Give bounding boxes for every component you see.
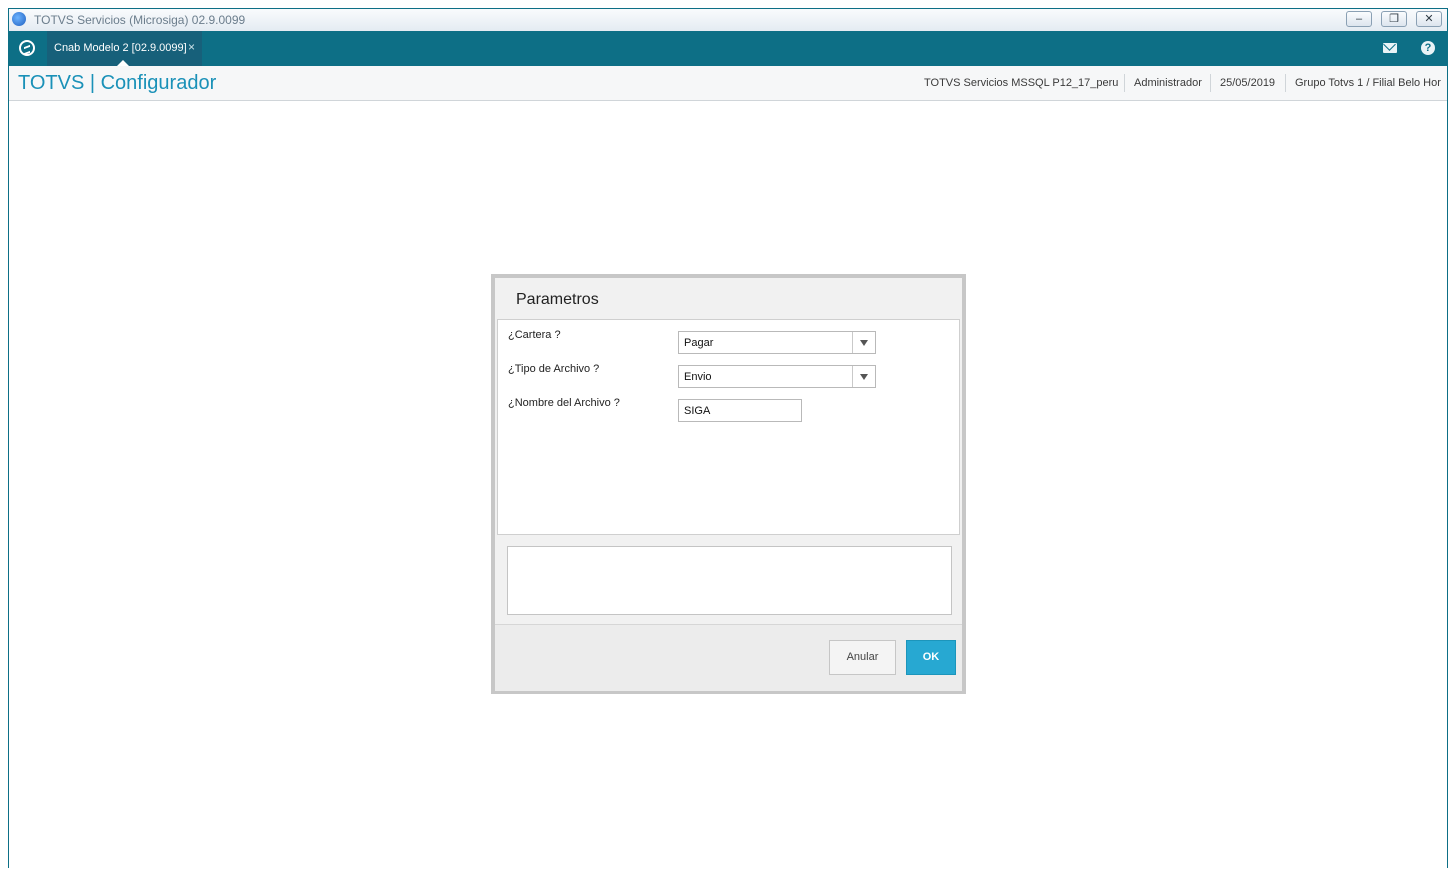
minimize-button[interactable]: – bbox=[1346, 11, 1372, 27]
cartera-value: Pagar bbox=[684, 337, 714, 349]
date-info: 25/05/2019 bbox=[1220, 77, 1276, 89]
parametros-dialog: Parametros ¿Cartera ? Pagar ¿Tipo de Arc… bbox=[491, 274, 966, 694]
divider bbox=[1285, 74, 1286, 92]
title-bar: TOTVS Servicios (Microsiga) 02.9.0099 – … bbox=[9, 9, 1447, 31]
totvs-app-icon bbox=[12, 12, 26, 26]
mail-icon[interactable] bbox=[1383, 43, 1397, 53]
divider bbox=[1124, 74, 1125, 92]
close-window-button[interactable]: ✕ bbox=[1416, 11, 1442, 27]
cartera-label: ¿Cartera ? bbox=[508, 329, 561, 341]
window-title: TOTVS Servicios (Microsiga) 02.9.0099 bbox=[34, 13, 246, 27]
app-window: TOTVS Servicios (Microsiga) 02.9.0099 – … bbox=[8, 8, 1448, 868]
divider bbox=[1210, 74, 1211, 92]
nombre-archivo-input[interactable]: SIGA bbox=[678, 399, 802, 422]
ok-button[interactable]: OK bbox=[906, 640, 956, 675]
tipo-archivo-value: Envio bbox=[684, 371, 712, 383]
tab-label: Cnab Modelo 2 [02.9.0099] bbox=[54, 42, 187, 54]
restore-button[interactable]: ❐ bbox=[1381, 11, 1407, 27]
help-icon[interactable]: ? bbox=[1421, 41, 1435, 55]
app-header: TOTVS | Configurador TOTVS Servicios MSS… bbox=[9, 66, 1447, 101]
parameters-panel: ¿Cartera ? Pagar ¿Tipo de Archivo ? Envi… bbox=[497, 319, 960, 535]
cartera-select[interactable]: Pagar bbox=[678, 331, 876, 354]
chevron-down-icon[interactable] bbox=[852, 366, 875, 387]
chevron-down-icon[interactable] bbox=[852, 332, 875, 353]
anular-button[interactable]: Anular bbox=[829, 640, 896, 675]
dialog-title: Parametros bbox=[516, 291, 599, 308]
home-icon[interactable] bbox=[19, 40, 35, 56]
tipo-archivo-label: ¿Tipo de Archivo ? bbox=[508, 363, 600, 375]
company-info: Grupo Totvs 1 / Filial Belo Hor bbox=[1295, 77, 1441, 89]
app-title: TOTVS | Configurador bbox=[18, 72, 217, 94]
dialog-footer: Anular OK bbox=[495, 624, 962, 691]
tipo-archivo-select[interactable]: Envio bbox=[678, 365, 876, 388]
help-memo-area[interactable] bbox=[507, 546, 952, 615]
tab-cnab-modelo-2[interactable]: Cnab Modelo 2 [02.9.0099] × bbox=[47, 31, 202, 66]
user-info: Administrador bbox=[1134, 77, 1202, 89]
nombre-archivo-value: SIGA bbox=[684, 405, 711, 417]
tab-bar: Cnab Modelo 2 [02.9.0099] × ? bbox=[9, 31, 1447, 66]
nombre-archivo-label: ¿Nombre del Archivo ? bbox=[508, 397, 620, 409]
tab-close-icon[interactable]: × bbox=[188, 40, 195, 54]
environment-info: TOTVS Servicios MSSQL P12_17_peru bbox=[924, 77, 1119, 89]
